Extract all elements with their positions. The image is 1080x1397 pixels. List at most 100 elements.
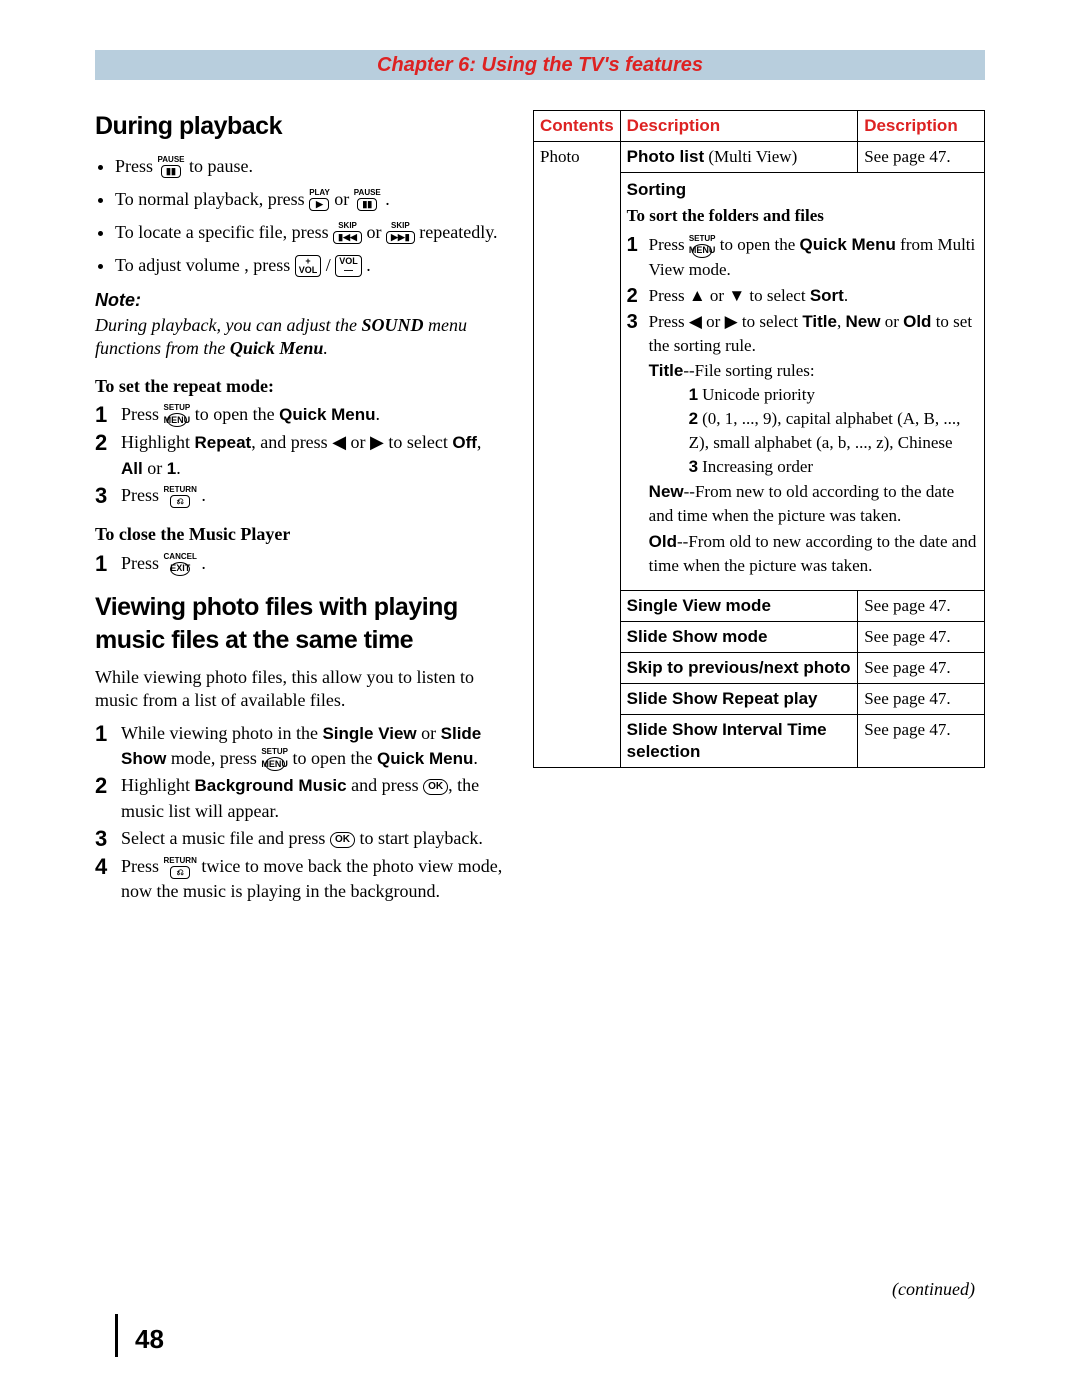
cell-skip: Skip to previous/next photo — [620, 652, 858, 683]
bullet-volume: To adjust volume , press +VOL / VOL— . — [115, 252, 505, 279]
text: --File sorting rules: — [683, 361, 814, 380]
text: Press — [121, 856, 164, 876]
text: New — [845, 312, 880, 331]
text: Press — [121, 553, 164, 573]
text: to open the — [195, 404, 279, 424]
cell-slide-show: Slide Show mode — [620, 621, 858, 652]
text: All — [121, 459, 143, 478]
text: to select — [738, 312, 803, 331]
text: Press — [121, 404, 164, 424]
cell-ref: See page 47. — [858, 590, 985, 621]
glyph: ▶▶▮ — [386, 231, 415, 244]
glyph: ▮◀◀ — [333, 231, 362, 244]
text: . — [366, 255, 371, 275]
step-number: 1 — [95, 402, 121, 428]
text: Unicode priority — [702, 385, 815, 404]
ok-button-icon: OK — [330, 832, 355, 848]
step-number: 1 — [95, 551, 121, 577]
viewing-intro: While viewing photo files, this allow yo… — [95, 666, 505, 713]
pause-button-icon: PAUSE ▮▮ — [158, 156, 185, 178]
label: SKIP — [338, 222, 357, 230]
text: To normal playback, press — [115, 189, 309, 209]
cell-interval: Slide Show Interval Time selection — [620, 714, 858, 767]
text: Old — [649, 532, 677, 551]
table-header-row: Contents Description Description — [534, 111, 985, 142]
step-number: 3 — [95, 826, 121, 852]
text: To adjust volume , press — [115, 255, 295, 275]
setup-menu-button-icon: SETUPMENU — [689, 235, 716, 258]
subhead-repeat: To set the repeat mode: — [95, 375, 505, 398]
label: PAUSE — [354, 189, 381, 197]
text: Quick Menu — [230, 338, 324, 358]
text: Highlight — [121, 432, 195, 452]
text: or — [706, 286, 729, 305]
glyph: ▮▮ — [161, 165, 181, 178]
heading-during-playback: During playback — [95, 110, 505, 143]
step-3: 3 Press RETURN⎌ . — [95, 483, 505, 509]
bullet-normal-playback: To normal playback, press PLAY ▶ or PAUS… — [115, 186, 505, 213]
return-button-icon: RETURN⎌ — [164, 857, 197, 879]
table-row: Photo Photo list (Multi View) See page 4… — [534, 142, 985, 173]
skip-next-button-icon: SKIP ▶▶▮ — [386, 222, 415, 244]
text: Highlight — [121, 775, 195, 795]
cell-repeat: Slide Show Repeat play — [620, 683, 858, 714]
sort-step-1: 1 Press SETUPMENU to open the Quick Menu… — [627, 233, 978, 281]
step-number: 1 — [627, 233, 649, 257]
text: Press — [649, 312, 689, 331]
text: Press — [121, 485, 164, 505]
text: to select — [745, 286, 810, 305]
text: Quick Menu — [800, 235, 896, 254]
text: Title — [649, 361, 684, 380]
step-2: 2 Highlight Repeat, and press ◀ or ▶ to … — [95, 430, 505, 480]
label: PAUSE — [158, 156, 185, 164]
text: Press — [649, 286, 689, 305]
description-table: Contents Description Description Photo P… — [533, 110, 985, 768]
pause-button-icon: PAUSE ▮▮ — [354, 189, 381, 211]
page-number-rule — [115, 1314, 118, 1357]
vol-down-button-icon: VOL— — [335, 255, 362, 277]
text: repeatedly. — [419, 222, 497, 242]
text: / — [326, 255, 336, 275]
down-arrow-icon: ▼ — [728, 286, 745, 305]
text: to select — [384, 432, 452, 452]
text: , — [477, 432, 482, 452]
continued-label: (continued) — [892, 1278, 975, 1301]
vol-up-button-icon: +VOL — [295, 255, 322, 277]
step-number: 4 — [95, 854, 121, 880]
text: and press — [347, 775, 423, 795]
cell-ref: See page 47. — [858, 621, 985, 652]
setup-menu-button-icon: SETUPMENU — [261, 748, 288, 771]
text: . — [201, 485, 206, 505]
text: During playback, you can adjust the — [95, 315, 361, 335]
step-2: 2 Highlight Background Music and press O… — [95, 773, 505, 823]
cell-ref: See page 47. — [858, 683, 985, 714]
text: or — [880, 312, 903, 331]
text: Quick Menu — [279, 405, 375, 424]
glyph: ▶ — [309, 198, 329, 211]
text: or — [346, 432, 370, 452]
label: PLAY — [309, 189, 330, 197]
cancel-exit-button-icon: CANCELEXIT — [164, 553, 197, 576]
cell-single-view: Single View mode — [620, 590, 858, 621]
up-arrow-icon: ▲ — [689, 286, 706, 305]
step-number: 2 — [627, 284, 649, 308]
left-column: During playback Press PAUSE ▮▮ to pause.… — [95, 110, 505, 918]
text: Sort — [810, 286, 844, 305]
play-button-icon: PLAY ▶ — [309, 189, 330, 211]
step-4: 4 Press RETURN⎌ twice to move back the p… — [95, 854, 505, 904]
step-number: 3 — [627, 310, 649, 334]
step-1: 1 Press SETUPMENU to open the Quick Menu… — [95, 402, 505, 428]
text: Background Music — [195, 776, 347, 795]
step-1: 1 Press CANCELEXIT . — [95, 551, 505, 577]
text: Old — [903, 312, 931, 331]
glyph: ▮▮ — [357, 198, 377, 211]
repeat-steps: 1 Press SETUPMENU to open the Quick Menu… — [95, 402, 505, 509]
text: or — [417, 723, 441, 743]
skip-prev-button-icon: SKIP ▮◀◀ — [333, 222, 362, 244]
text: . — [323, 338, 328, 358]
text: mode, press — [166, 748, 261, 768]
viewing-steps: 1 While viewing photo in the Single View… — [95, 721, 505, 905]
cell-ref: See page 47. — [858, 714, 985, 767]
text: Single View — [322, 724, 416, 743]
bullet-pause: Press PAUSE ▮▮ to pause. — [115, 153, 505, 180]
